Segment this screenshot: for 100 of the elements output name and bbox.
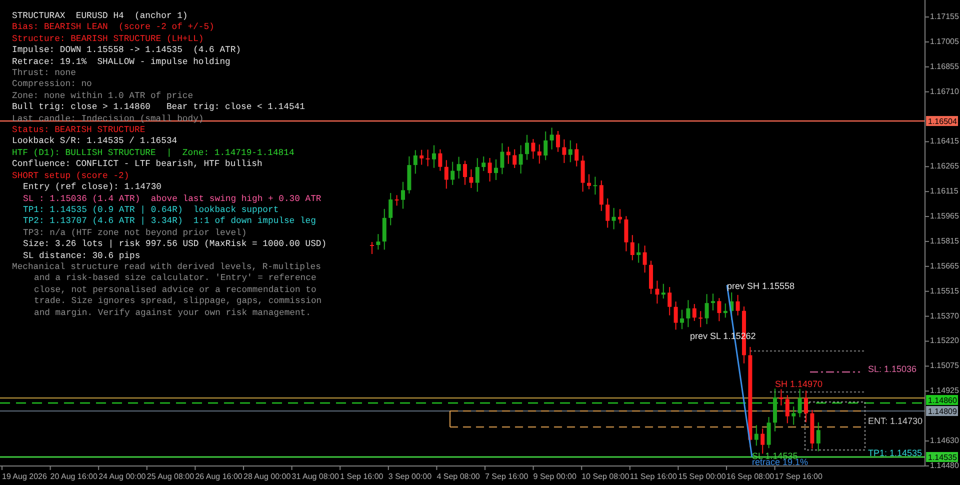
candlestick bbox=[618, 208, 622, 224]
candlestick bbox=[766, 416, 771, 449]
candlestick bbox=[730, 292, 734, 320]
candlestick bbox=[506, 146, 510, 164]
price-label: 1.17005 bbox=[930, 36, 959, 46]
price-label: 1.15370 bbox=[930, 311, 959, 320]
candlestick bbox=[655, 280, 660, 304]
info-line: STRUCTURAX EURUSD H4 (anchor 1) bbox=[12, 11, 189, 22]
info-line: Compression: no bbox=[12, 79, 93, 91]
candlestick bbox=[531, 138, 536, 160]
candlestick bbox=[599, 180, 604, 212]
price-label: 1.15815 bbox=[930, 236, 959, 246]
info-line: Bull trig: close > 1.14860 Bear trig: close < 1.14541 bbox=[12, 102, 306, 114]
candlestick bbox=[432, 144, 436, 168]
time-label: 9 Sep 00:00 bbox=[533, 472, 576, 481]
price-label: 1.15965 bbox=[930, 212, 959, 221]
candlestick bbox=[630, 234, 634, 261]
time-label: 1 Sep 16:00 bbox=[340, 472, 384, 481]
candlestick bbox=[475, 158, 480, 192]
info-line: Structure: BEARISH STRUCTURE (LH+LL) bbox=[12, 34, 205, 46]
info-line: Confluence: CONFLICT - LTF bearish, HTF bullish bbox=[12, 159, 264, 171]
info-line: Lookback S/R: 1.14535 / 1.16534 bbox=[12, 136, 178, 148]
candlestick bbox=[518, 144, 523, 174]
info-line: Impulse: DOWN 1.15558 -> 1.14535 (4.6 ATR) bbox=[12, 45, 242, 57]
price-label: 1.16265 bbox=[930, 162, 959, 171]
candlestick bbox=[723, 302, 728, 318]
price-label: 1.16710 bbox=[930, 86, 959, 96]
time-label: 3 Sep 00:00 bbox=[388, 472, 432, 481]
time-label: 11 Sep 16:00 bbox=[630, 472, 677, 481]
time-label: 28 Aug 00:00 bbox=[244, 472, 291, 481]
candlestick bbox=[711, 293, 715, 311]
candlestick bbox=[388, 192, 393, 226]
candlestick bbox=[537, 144, 542, 164]
price-badge: 1.16504 bbox=[926, 116, 958, 126]
candlestick bbox=[500, 142, 504, 175]
candlestick bbox=[704, 294, 709, 325]
candlestick bbox=[593, 176, 598, 196]
time-label: 15 Sep 00:00 bbox=[678, 472, 726, 481]
candlestick bbox=[580, 155, 585, 192]
candlestick bbox=[376, 234, 380, 250]
price-label: 1.15515 bbox=[930, 286, 959, 296]
candlestick bbox=[587, 174, 591, 190]
candlestick bbox=[426, 149, 430, 167]
candlestick bbox=[568, 140, 572, 163]
candlestick bbox=[420, 149, 424, 166]
candlestick bbox=[698, 310, 703, 328]
info-line: Thrust: none bbox=[12, 68, 77, 80]
time-label: 26 Aug 16:00 bbox=[195, 472, 242, 481]
chart-label: prev SH 1.15558 bbox=[727, 281, 795, 291]
price-label: 1.15220 bbox=[930, 336, 959, 346]
time-label: 10 Sep 08:00 bbox=[582, 472, 630, 481]
candlestick bbox=[692, 304, 696, 322]
candlestick bbox=[760, 428, 765, 454]
candlestick bbox=[668, 286, 672, 316]
candlestick bbox=[438, 148, 442, 172]
price-badge: 1.14809 bbox=[926, 406, 958, 416]
price-badge: 1.14535 bbox=[926, 452, 958, 462]
candlestick bbox=[494, 158, 498, 180]
candlestick bbox=[413, 150, 418, 174]
candlestick bbox=[804, 390, 808, 423]
candlestick bbox=[792, 406, 796, 426]
time-label: 25 Aug 08:00 bbox=[146, 472, 194, 481]
setup-line: TP2: 1.13707 (4.6 ATR | 3.34R) 1:1 of down impulse leg bbox=[22, 216, 317, 228]
chart-label: TP1: 1.14535 bbox=[868, 448, 922, 458]
candlestick bbox=[636, 242, 641, 264]
time-label: 16 Sep 08:00 bbox=[726, 472, 774, 481]
price-label: 1.14630 bbox=[930, 436, 959, 445]
setup-line: TP3: n/a (HTF zone not beyond prior level) bbox=[22, 228, 248, 240]
price-label: 1.15075 bbox=[930, 361, 959, 370]
candlestick bbox=[562, 138, 566, 164]
time-label: 4 Sep 08:00 bbox=[436, 472, 480, 481]
candlestick bbox=[810, 409, 814, 450]
setup-line: SL : 1.15036 (1.4 ATR) above last swing high + 0.30 ATR bbox=[22, 194, 322, 205]
candlestick bbox=[556, 130, 560, 152]
candlestick bbox=[674, 301, 678, 330]
entry-box bbox=[804, 402, 866, 450]
price-label: 1.16855 bbox=[930, 62, 959, 71]
chart-label: SH 1.14970 bbox=[775, 379, 823, 389]
candlestick bbox=[717, 298, 722, 322]
disclaimer-text: Mechanical structure read with derived levels, R-multiples and a risk-based size calculator. 'Entry' = reference close, not personalised advice or a recommendation to trade. Size ignores spread, slippage, gaps, commission and margin. Verify against your own risk management. bbox=[12, 262, 323, 319]
time-label: 24 Aug 00:00 bbox=[98, 472, 146, 481]
time-label: 17 Sep 16:00 bbox=[774, 472, 822, 481]
chart-label: SL: 1.15036 bbox=[868, 364, 917, 374]
candlestick bbox=[661, 283, 666, 300]
setup-line: Size: 3.26 lots | risk 997.56 USD (MaxRisk = 1000.00 USD) bbox=[22, 239, 328, 251]
candlestick bbox=[624, 216, 628, 252]
time-label: 7 Sep 16:00 bbox=[485, 472, 528, 481]
candlestick bbox=[469, 168, 474, 188]
price-label: 1.14925 bbox=[930, 386, 959, 396]
info-line: Status: BEARISH STRUCTURE bbox=[12, 125, 146, 136]
price-label: 1.16415 bbox=[930, 136, 959, 146]
setup-line: Entry (ref close): 1.14730 bbox=[22, 182, 162, 194]
time-label: 19 Aug 2026 bbox=[2, 472, 47, 481]
candlestick bbox=[612, 207, 616, 230]
candlestick bbox=[370, 242, 374, 254]
candlestick bbox=[482, 156, 486, 172]
time-label: 31 Aug 08:00 bbox=[292, 472, 339, 481]
chart-label: ENT: 1.14730 bbox=[868, 416, 923, 426]
candlestick bbox=[736, 294, 740, 316]
time-label: 20 Aug 16:00 bbox=[50, 472, 98, 481]
